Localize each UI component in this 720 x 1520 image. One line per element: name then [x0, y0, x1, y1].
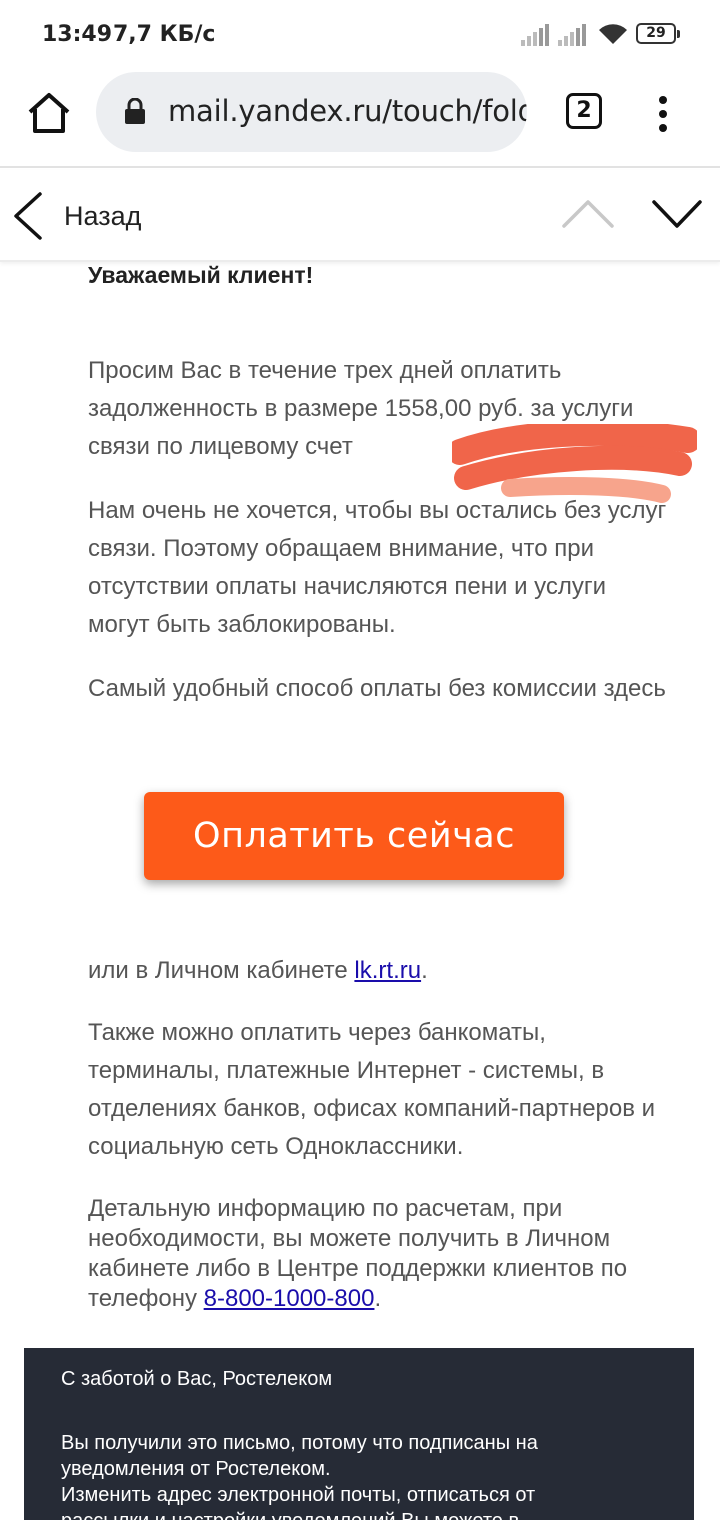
address-bar[interactable]: mail.yandex.ru/touch/folde	[96, 72, 527, 152]
support-suffix: .	[374, 1285, 382, 1312]
redaction-scribble	[452, 424, 697, 503]
footer-signature: С заботой о Вас, Ростелеком	[61, 1368, 333, 1390]
chevron-down-icon[interactable]	[650, 196, 704, 230]
wifi-icon	[599, 24, 627, 44]
letter-footer: С заботой о Вас, Ростелеком Вы получили …	[24, 1348, 694, 1520]
battery-icon: 29	[636, 23, 680, 44]
cell-signal-icon	[521, 24, 549, 46]
footer-notice: Вы получили это письмо, потому что подпи…	[61, 1432, 538, 1520]
tab-switcher-button[interactable]: 2	[566, 93, 602, 129]
lk-link[interactable]: lk.rt.ru	[354, 957, 421, 984]
personal-account-line: или в Личном кабинете lk.rt.ru.	[88, 952, 428, 990]
url-text: mail.yandex.ru/touch/folde	[168, 94, 527, 128]
lk-suffix: .	[421, 957, 428, 984]
status-bar: 13:49 7,7 КБ/с 29	[0, 0, 720, 72]
status-network-speed: 7,7 КБ/с	[113, 22, 216, 47]
letter-greeting: Уважаемый клиент!	[88, 262, 314, 288]
letter-paragraph-support: Детальную информацию по расчетам, при не…	[88, 1194, 678, 1314]
cell-signal-icon	[558, 24, 586, 46]
letter-paragraph-warning: Нам очень не хочется, чтобы вы остались …	[88, 497, 667, 638]
phone-link[interactable]: 8-800-1000-800	[204, 1285, 375, 1312]
lock-icon	[125, 98, 145, 124]
back-label: Назад	[64, 200, 142, 231]
chevron-left-icon	[14, 192, 42, 240]
letter-paragraph-other-methods: Также можно оплатить через банкоматы, те…	[88, 1019, 656, 1160]
back-button[interactable]: Назад	[10, 188, 141, 244]
pay-now-button[interactable]: Оплатить сейчас	[144, 792, 564, 880]
overflow-menu-icon[interactable]	[650, 94, 678, 134]
letter-paragraph-payment-method: Самый удобный способ оплаты без комиссии…	[88, 675, 666, 702]
mail-navigation-bar: Назад	[0, 170, 720, 262]
lk-prefix: или в Личном кабинете	[88, 957, 355, 984]
chevron-up-icon[interactable]	[560, 196, 616, 230]
home-icon[interactable]	[26, 92, 72, 134]
browser-toolbar: mail.yandex.ru/touch/folde 2	[0, 72, 720, 168]
status-time: 13:49	[42, 22, 113, 47]
